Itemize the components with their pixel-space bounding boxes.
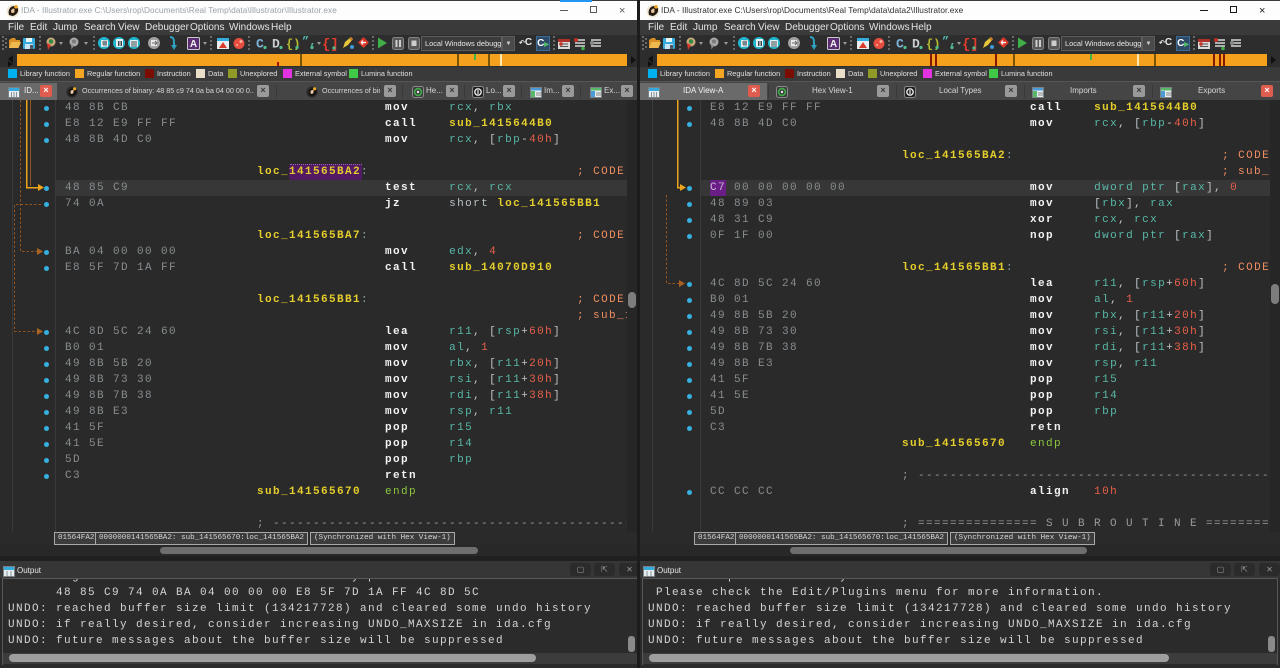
svg-text:{): {) (926, 38, 940, 52)
svg-text:D: D (272, 37, 280, 52)
svg-text:C: C (896, 37, 904, 52)
svg-text:{]: {] (322, 37, 339, 53)
svg-text:A: A (830, 39, 837, 50)
svg-text:{): {) (286, 38, 300, 52)
svg-text:D: D (912, 37, 920, 52)
svg-text:A: A (190, 39, 197, 50)
svg-text:”,: ”, (942, 35, 956, 49)
svg-text:C: C (256, 37, 264, 52)
svg-text:{]: {] (962, 37, 979, 53)
svg-text:”,: ”, (302, 35, 316, 49)
